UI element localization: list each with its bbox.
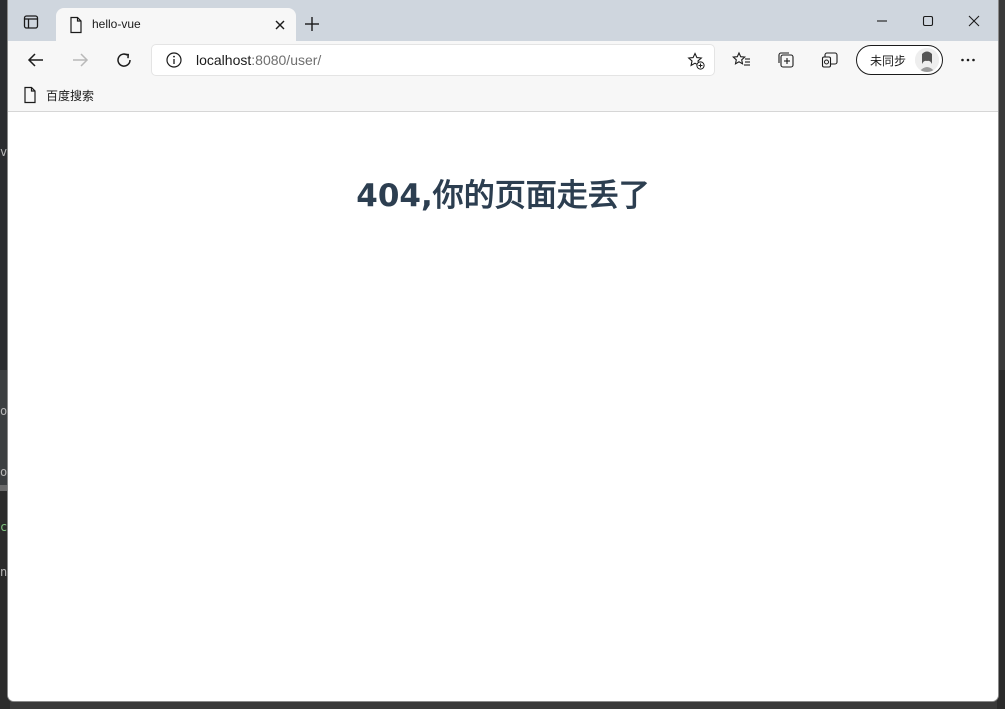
url-host: localhost [196,52,252,68]
maximize-button[interactable] [906,8,950,34]
bookmark-item[interactable]: 百度搜索 [22,84,94,106]
avatar [915,48,939,72]
collections-icon [776,50,796,70]
browser-essentials-button[interactable] [816,47,844,73]
profile-sync-label: 未同步 [870,54,907,68]
new-tab-button[interactable] [302,14,322,34]
favorites-button[interactable] [728,47,756,73]
page-content: 404,你的页面走丢了 [8,112,998,701]
info-icon[interactable] [166,52,182,68]
browser-essentials-icon [820,50,840,70]
close-tab-button[interactable] [270,15,290,35]
close-icon [968,15,980,27]
document-icon [68,16,84,34]
url-path: :8080/user/ [251,52,322,68]
arrow-right-icon [71,51,89,69]
refresh-icon [115,51,133,69]
url-text: localhost:8080/user/ [196,52,321,68]
bookmark-label: 百度搜索 [46,88,95,103]
maximize-icon [922,15,934,27]
bookmarks-bar: 百度搜索 [8,79,998,112]
tab-title: hello-vue [92,17,141,31]
plus-icon [304,16,320,32]
more-button[interactable] [954,47,982,73]
tab-actions-button[interactable] [21,12,41,32]
page-title: 404,你的页面走丢了 [356,178,650,214]
navigation-toolbar: localhost:8080/user/ 未同步 [8,41,998,79]
more-icon [959,51,977,69]
close-window-button[interactable] [952,8,996,34]
tab-hello-vue[interactable]: hello-vue [56,8,296,41]
address-bar[interactable]: localhost:8080/user/ [152,45,714,75]
arrow-left-icon [27,51,45,69]
back-button[interactable] [22,47,50,73]
background-editor-edge-right [997,370,1005,709]
tab-strip: hello-vue [8,0,998,41]
add-favorite-button[interactable] [686,51,706,71]
refresh-button[interactable] [110,47,138,73]
document-icon [22,86,38,104]
forward-button[interactable] [66,47,94,73]
star-plus-icon [686,51,706,71]
minimize-button[interactable] [860,8,904,34]
close-icon [274,19,286,31]
browser-window: hello-vue localhost:8080/user/ 未同步 百度搜索 … [8,0,998,701]
favorites-list-icon [732,50,752,70]
collections-button[interactable] [772,47,800,73]
profile-sync-button[interactable]: 未同步 [856,45,943,75]
tab-actions-icon [23,14,39,30]
minimize-icon [876,15,888,27]
